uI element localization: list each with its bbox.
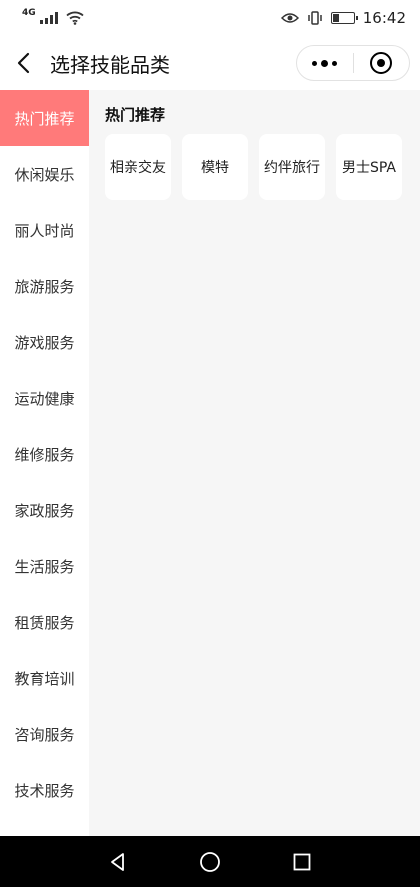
skill-tag-mens-spa[interactable]: 男士SPA (336, 134, 402, 200)
more-button[interactable] (297, 46, 353, 80)
sidebar-item-travel[interactable]: 旅游服务 (0, 258, 89, 314)
sidebar-item-rental[interactable]: 租赁服务 (0, 594, 89, 650)
circle-home-icon (200, 851, 220, 872)
skill-tag-dating[interactable]: 相亲交友 (105, 134, 171, 200)
wifi-icon (66, 11, 84, 25)
section-title: 热门推荐 (105, 106, 166, 124)
navbar: 选择技能品类 (0, 36, 420, 90)
sidebar-item-hot[interactable]: 热门推荐 (0, 90, 89, 146)
back-button[interactable] (4, 36, 44, 90)
clock: 16:42 (362, 9, 406, 27)
sidebar-item-repair[interactable]: 维修服务 (0, 426, 89, 482)
status-bar: 4G 16:42 (0, 0, 420, 36)
status-left: 4G (22, 8, 84, 25)
page-title: 选择技能品类 (50, 52, 170, 77)
system-nav-bar (0, 836, 420, 887)
nav-back-button[interactable] (105, 849, 131, 875)
signal-icon (39, 12, 58, 24)
eye-icon (280, 13, 299, 23)
sidebar-item-sports[interactable]: 运动健康 (0, 370, 89, 426)
skill-tag-model[interactable]: 模特 (182, 134, 248, 200)
sidebar-item-leisure[interactable]: 休闲娱乐 (0, 146, 89, 202)
skill-tag-grid: 相亲交友 模特 约伴旅行 男士SPA (105, 134, 402, 200)
triangle-back-icon (111, 852, 124, 871)
vibrate-icon (308, 11, 322, 25)
status-right: 16:42 (280, 9, 406, 27)
sidebar-item-education[interactable]: 教育培训 (0, 650, 89, 706)
close-miniprogram-button[interactable] (354, 46, 410, 80)
square-recents-icon (293, 853, 311, 870)
target-circle-icon (370, 52, 393, 74)
sidebar-item-gaming[interactable]: 游戏服务 (0, 314, 89, 370)
category-sidebar: 热门推荐 休闲娱乐 丽人时尚 旅游服务 游戏服务 运动健康 维修服务 家政服务 … (0, 90, 89, 836)
sidebar-item-housekeeping[interactable]: 家政服务 (0, 482, 89, 538)
sidebar-item-life[interactable]: 生活服务 (0, 538, 89, 594)
skill-tag-travel-companion[interactable]: 约伴旅行 (259, 134, 325, 200)
sidebar-item-beauty[interactable]: 丽人时尚 (0, 202, 89, 258)
nav-recents-button[interactable] (289, 849, 315, 875)
sidebar-item-consulting[interactable]: 咨询服务 (0, 706, 89, 762)
category-content: 热门推荐 相亲交友 模特 约伴旅行 男士SPA (89, 90, 420, 836)
more-dots-icon (312, 59, 338, 67)
battery-icon (330, 12, 358, 24)
nav-home-button[interactable] (197, 849, 223, 875)
network-type: 4G (22, 8, 36, 18)
miniprogram-capsule (296, 45, 410, 81)
chevron-left-icon (17, 52, 30, 74)
sidebar-item-tech[interactable]: 技术服务 (0, 762, 89, 818)
